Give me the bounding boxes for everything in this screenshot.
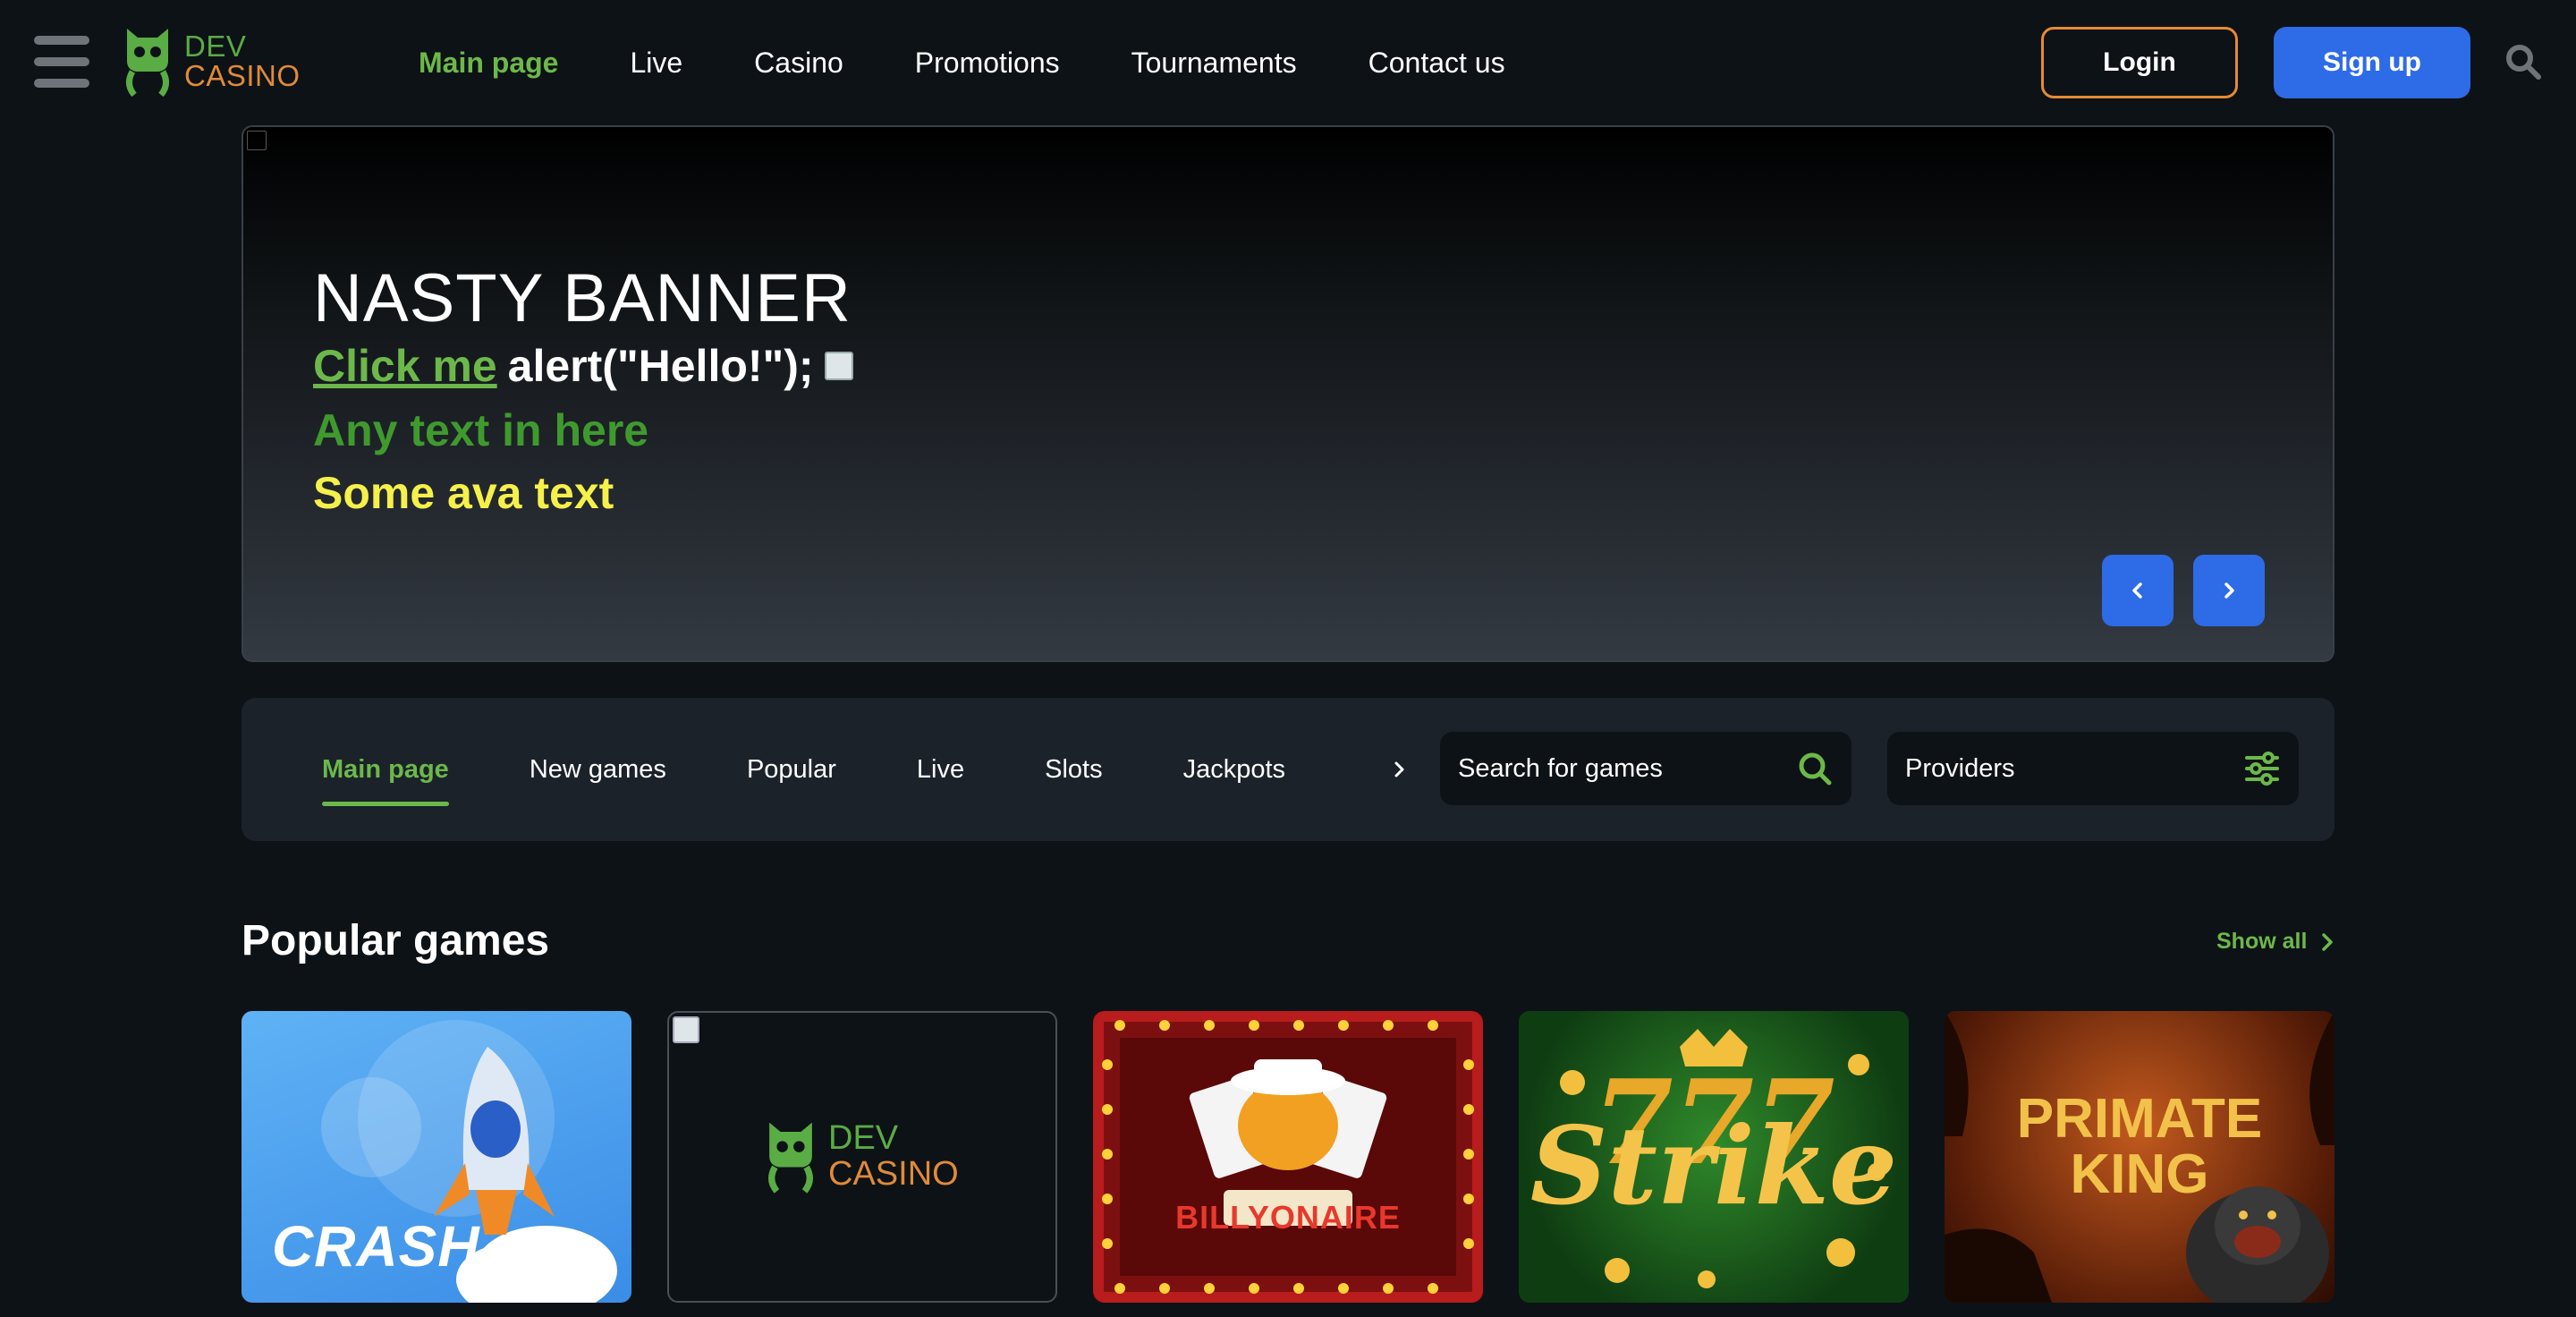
providers-filter[interactable]: Providers — [1887, 732, 2299, 805]
game-card-primate-king[interactable]: PRIMATE KING — [1945, 1011, 2334, 1303]
banner-text-line-2: Any text in here — [313, 405, 649, 455]
dev-casino-logo-text: DEV CASINO — [828, 1120, 959, 1192]
game-title-billyonaire: BILLYONAIRE — [1175, 1199, 1401, 1236]
logo-line-dev: DEV — [184, 30, 247, 63]
providers-label: Providers — [1905, 753, 2015, 783]
banner-next-button[interactable] — [2193, 555, 2265, 626]
game-card-dev-casino[interactable]: DEV CASINO — [667, 1011, 1057, 1303]
dev-casino-logo: DEV CASINO — [766, 1118, 959, 1194]
game-title-crash: CRASH — [272, 1214, 480, 1279]
game-search-box — [1440, 732, 1852, 805]
game-card-billyonaire[interactable]: BILLYONAIRE — [1093, 1011, 1483, 1303]
card-logo-casino: CASINO — [828, 1155, 959, 1193]
popular-games-title: Popular games — [242, 917, 550, 964]
nav-tournaments[interactable]: Tournaments — [1131, 47, 1297, 80]
broken-image-icon — [673, 1016, 699, 1043]
card-logo-dev: DEV — [828, 1119, 899, 1157]
tab-new-games[interactable]: New games — [530, 755, 666, 785]
marquee-lights-frame — [1093, 1011, 1483, 1303]
owl-logo-icon — [768, 1122, 813, 1194]
game-card-777-strike[interactable]: 777 Strike — [1519, 1011, 1909, 1303]
banner-code-text: alert("Hello!"); — [507, 341, 814, 391]
game-search-input[interactable] — [1458, 753, 1780, 784]
nav-main-page[interactable]: Main page — [419, 47, 558, 80]
nav-casino[interactable]: Casino — [754, 47, 843, 80]
nav-contact-us[interactable]: Contact us — [1368, 47, 1505, 80]
broken-image-icon — [824, 352, 853, 380]
game-title-strike: Strike — [1530, 1103, 1898, 1229]
game-title-primate: PRIMATE — [2016, 1088, 2263, 1150]
tab-slots[interactable]: Slots — [1045, 755, 1102, 785]
game-title-primate-king: PRIMATE KING — [1945, 1092, 2334, 1202]
filter-sliders-icon — [2245, 752, 2279, 786]
show-all-link[interactable]: Show all — [2216, 929, 2335, 955]
chevron-right-icon — [1394, 761, 1404, 777]
category-tabs: Main page New games Popular Live Slots J… — [322, 698, 1366, 841]
tab-popular[interactable]: Popular — [747, 755, 836, 785]
chevron-right-icon — [2224, 582, 2234, 599]
category-more-button[interactable] — [1379, 750, 1419, 789]
logo-line-casino: CASINO — [184, 59, 301, 92]
hamburger-menu-icon[interactable] — [34, 36, 89, 88]
broken-image-icon — [247, 131, 267, 150]
chevron-left-icon — [2132, 582, 2142, 599]
nav-live[interactable]: Live — [630, 47, 682, 80]
top-header: DEV CASINO Main page Live Casino Promoti… — [0, 0, 2576, 125]
game-card-crash[interactable]: CRASH — [242, 1011, 631, 1303]
tab-live[interactable]: Live — [917, 755, 964, 785]
game-title-king: KING — [2070, 1143, 2209, 1205]
search-icon[interactable] — [2504, 43, 2542, 81]
sign-up-button[interactable]: Sign up — [2274, 27, 2470, 98]
nav-promotions[interactable]: Promotions — [915, 47, 1060, 80]
banner-title: NASTY BANNER — [313, 260, 852, 336]
login-button[interactable]: Login — [2041, 27, 2238, 98]
chevron-right-icon — [2322, 932, 2334, 951]
tab-main-page[interactable]: Main page — [322, 755, 449, 806]
search-icon[interactable] — [1796, 750, 1834, 787]
banner-prev-button[interactable] — [2102, 555, 2174, 626]
banner-text-line-3: Some ava text — [313, 468, 614, 518]
category-bar: Main page New games Popular Live Slots J… — [242, 698, 2334, 841]
owl-logo-icon — [126, 29, 169, 97]
site-logo[interactable]: DEV CASINO — [123, 25, 301, 97]
banner-link-row: Click me alert("Hello!"); — [313, 340, 853, 392]
logo-text: DEV CASINO — [184, 31, 301, 90]
banner-click-me-link[interactable]: Click me — [313, 340, 497, 392]
hero-banner: NASTY BANNER Click me alert("Hello!"); A… — [242, 125, 2334, 662]
main-nav: Main page Live Casino Promotions Tournam… — [419, 39, 1577, 86]
show-all-label: Show all — [2216, 929, 2308, 954]
tab-jackpots[interactable]: Jackpots — [1183, 755, 1285, 785]
